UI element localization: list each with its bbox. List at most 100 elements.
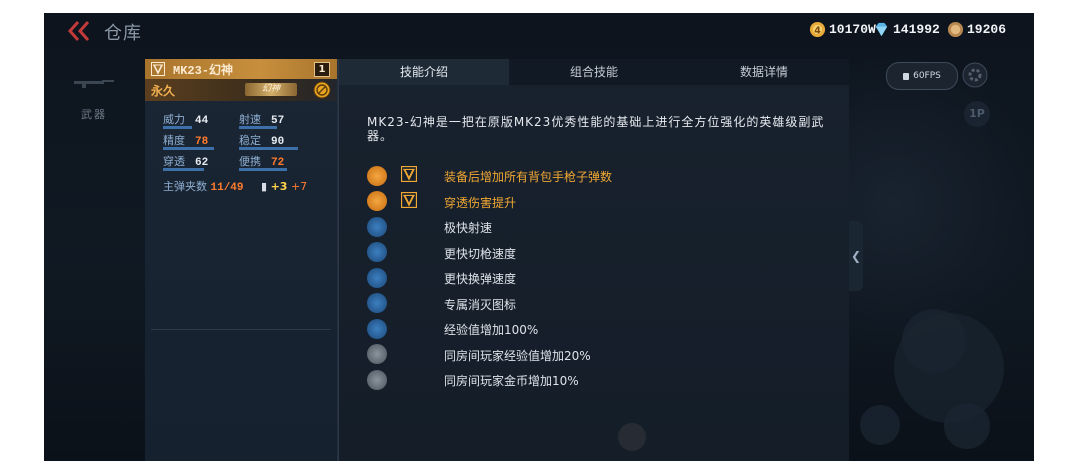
fire-rate-icon	[367, 216, 387, 237]
exp-icon	[367, 318, 387, 339]
perk-text: 极快射速	[444, 221, 493, 235]
fps-button[interactable]: 60FPS	[886, 62, 958, 90]
stat-accuracy: 精度 78	[163, 132, 239, 153]
perk-text: 同房间玩家经验值增加20%	[444, 348, 591, 363]
perk-text: 经验值增加100%	[444, 323, 539, 337]
stat-row: 威力 44 射速 57	[163, 111, 337, 132]
stat-label: 穿透	[163, 155, 185, 168]
weapon-stats: 威力 44 射速 57 精度 78 稳定 90 穿透 62 便携 72	[145, 101, 337, 174]
perk-text: 更快换弹速度	[444, 272, 517, 286]
perk-item: 经验值增加100%	[367, 316, 538, 342]
honor-value: 19206	[967, 22, 1007, 37]
stat-bar	[239, 126, 277, 129]
pistol-ammo-icon	[367, 165, 387, 186]
stat-label: 稳定	[239, 134, 261, 147]
perk-item: 同房间玩家经验值增加20%	[367, 342, 591, 368]
weapon-level: 1	[314, 62, 330, 77]
perk-text: 更快切枪速度	[444, 246, 517, 261]
perk-item: 专属消灭图标	[367, 291, 516, 317]
tab-combo-skills[interactable]: 组合技能	[509, 59, 679, 85]
weapon-duration: 永久	[151, 83, 176, 98]
perk-text: 同房间玩家金币增加10%	[444, 374, 579, 388]
stat-bar	[239, 147, 298, 150]
room-exp-icon	[367, 344, 387, 365]
back-icon[interactable]	[66, 19, 94, 43]
stat-label: 便携	[239, 155, 261, 168]
fps-icon	[903, 72, 910, 80]
magazine-bonus-a: +3	[270, 180, 288, 193]
hero-badge-icon	[401, 166, 417, 182]
gold-value: 10170W	[829, 22, 876, 37]
divider	[151, 329, 331, 330]
page-title: 仓库	[104, 23, 142, 44]
diamond-value: 141992	[893, 22, 940, 37]
stat-value: 44	[195, 115, 209, 127]
honor-currency: 19206	[947, 21, 1006, 38]
perk-item: 穿透伤害提升	[367, 189, 516, 215]
magazine-info: 主弹夹数 11/49 ▮ +3 +7	[145, 178, 337, 194]
honor-coin-icon	[947, 21, 964, 38]
magazine-bonus-b: +7	[290, 180, 308, 193]
gold-currency: 4 10170W	[809, 21, 876, 38]
stat-portability: 便携 72	[239, 153, 315, 174]
nav-weapon-tab[interactable]: 武器	[64, 73, 124, 121]
weapon-description: MK23-幻神是一把在原版MK23优秀性能的基础上进行全方位强化的英雄级副武器。	[367, 115, 825, 143]
stat-row: 穿透 62 便携 72	[163, 153, 337, 174]
gold-coin-icon: 4	[809, 21, 826, 38]
top-bar: 仓库 4 10170W 141992 19206	[44, 13, 1034, 49]
stat-bar	[239, 168, 287, 171]
weapon-card: MK23-幻神 1 永久 幻神 威力 44 射速 57 精度 78 稳定 90 …	[145, 59, 338, 461]
room-coin-icon	[367, 369, 387, 390]
stat-penetration: 穿透 62	[163, 153, 239, 174]
perk-item: 装备后增加所有背包手枪子弹数	[367, 163, 612, 189]
weapon-tag: 幻神	[245, 83, 297, 96]
perk-item: 极快射速	[367, 214, 492, 240]
tab-skill-intro[interactable]: 技能介绍	[339, 59, 509, 85]
magazine-label: 主弹夹数	[163, 180, 207, 193]
stat-stability: 稳定 90	[239, 132, 315, 153]
kill-icon	[367, 293, 387, 314]
switch-weapon-icon	[367, 242, 387, 263]
chevron-left-icon: ❮	[851, 249, 862, 263]
diamond-icon	[875, 22, 888, 37]
rifle-icon	[74, 80, 114, 88]
reload-icon	[367, 267, 387, 288]
svg-text:4: 4	[814, 25, 821, 36]
nav-weapon-label: 武器	[81, 108, 107, 121]
swap-weapon-button[interactable]	[860, 405, 900, 445]
stat-bar	[163, 126, 192, 129]
tab-bar: 技能介绍 组合技能 数据详情	[339, 59, 849, 85]
fps-label: 60FPS	[913, 71, 941, 81]
stat-label: 威力	[163, 113, 185, 126]
stat-row: 精度 78 稳定 90	[163, 132, 337, 153]
penetration-icon	[367, 191, 387, 212]
magazine-value: 11/49	[210, 182, 244, 194]
perk-list: 装备后增加所有背包手枪子弹数 穿透伤害提升 极快射速 更快切枪速度 更快换弹速度	[367, 163, 612, 393]
tab-data-details[interactable]: 数据详情	[679, 59, 849, 85]
rank-icon[interactable]	[313, 81, 331, 99]
weapon-name: MK23-幻神	[173, 63, 234, 78]
weapon-card-sub: 永久 幻神	[145, 79, 337, 101]
bullet-icon: ▮	[261, 180, 268, 193]
weapon-card-header: MK23-幻神 1	[145, 59, 337, 79]
gear-icon[interactable]	[962, 62, 988, 88]
stat-fire-rate: 射速 57	[239, 111, 315, 132]
perk-item: 更快换弹速度	[367, 265, 516, 291]
perk-text: 穿透伤害提升	[444, 195, 517, 210]
perk-text: 装备后增加所有背包手枪子弹数	[444, 170, 613, 184]
stat-bar	[163, 168, 204, 171]
detail-panel: 技能介绍 组合技能 数据详情 MK23-幻神是一把在原版MK23优秀性能的基础上…	[338, 59, 863, 461]
diamond-currency: 141992	[873, 21, 940, 38]
hero-badge-icon	[151, 62, 165, 76]
fire-button[interactable]	[902, 309, 966, 373]
stat-bar	[163, 147, 214, 150]
perk-text: 专属消灭图标	[444, 297, 517, 312]
panel-collapse-handle[interactable]: ❮	[849, 221, 863, 291]
player-tag: 1P	[964, 101, 990, 127]
game-screen: 仓库 4 10170W 141992 19206 武器 MK23-幻神 1 永久…	[44, 13, 1034, 461]
stat-power: 威力 44	[163, 111, 239, 132]
perk-item: 更快切枪速度	[367, 240, 516, 266]
center-button[interactable]	[618, 423, 646, 451]
crouch-button[interactable]	[944, 403, 990, 449]
perk-item: 同房间玩家金币增加10%	[367, 367, 579, 393]
